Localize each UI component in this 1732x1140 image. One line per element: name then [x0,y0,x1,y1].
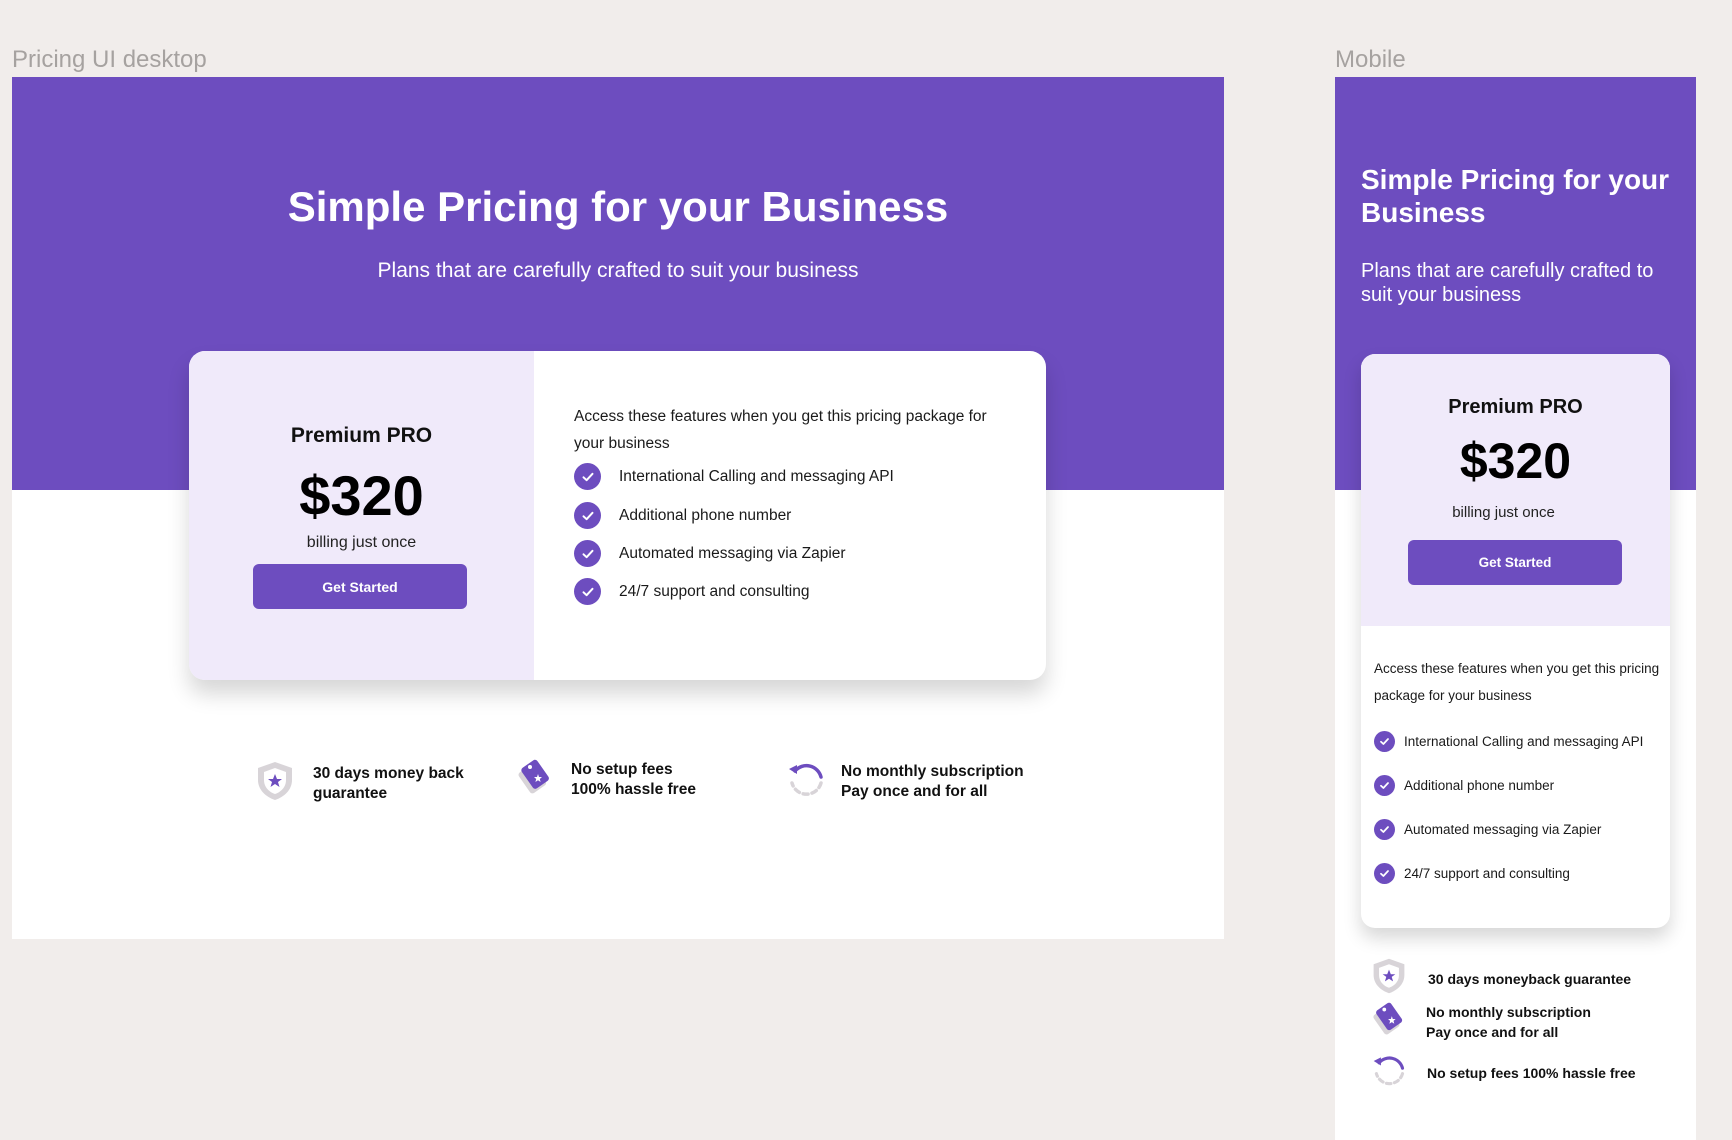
refresh-cycle-icon [1371,1052,1407,1093]
page-subtitle: Plans that are carefully crafted to suit… [377,259,859,282]
feature-item: Automated messaging via Zapier [1374,819,1601,840]
billing-note: billing just once [1452,504,1555,521]
get-started-button[interactable]: Get Started [253,564,467,609]
guarantee-item: 30 days moneyback guarantee [1370,957,1631,1000]
refresh-cycle-icon [787,759,825,804]
desktop-frame: Simple Pricing for your Business Plans t… [12,77,1224,939]
guarantee-item: No setup fees 100% hassle free [1371,1052,1636,1093]
feature-label: Automated messaging via Zapier [619,544,846,562]
guarantee-item: No monthly subscription Pay once and for… [1372,1000,1591,1043]
plan-panel: Premium PRO $320 billing just once Get S… [1361,354,1670,626]
feature-item: International Calling and messaging API [1374,731,1643,752]
guarantee-item: 30 days money back guarantee [255,760,464,807]
guarantee-line1: 30 days moneyback guarantee [1428,970,1632,987]
feature-item: Automated messaging via Zapier [574,540,846,567]
check-icon [1374,819,1395,840]
plan-price: $320 [1459,433,1572,489]
guarantee-item: No monthly subscription Pay once and for… [787,759,1024,804]
check-icon [1374,731,1395,752]
page-title: Simple Pricing for your Business [1361,164,1670,228]
check-icon [574,540,601,567]
feature-label: Additional phone number [1404,778,1555,793]
pricing-card: Premium PRO $320 billing just once Get S… [189,351,1046,680]
shield-star-icon [255,760,295,807]
check-icon [574,502,601,529]
feature-label: 24/7 support and consulting [619,582,810,600]
price-tag-icon [1372,1000,1406,1043]
guarantee-line1: No setup fees [571,760,673,778]
billing-note: billing just once [306,534,417,551]
guarantee-line2: guarantee [313,784,388,802]
guarantee-line2: 100% hassle free [571,780,696,798]
feature-item: Additional phone number [574,502,791,529]
mobile-frame-label: Mobile [1335,46,1406,73]
get-started-button[interactable]: Get Started [1408,540,1622,585]
plan-name: Premium PRO [1448,396,1583,418]
page-subtitle: Plans that are carefully crafted to suit… [1361,260,1654,306]
feature-label: Additional phone number [619,506,792,524]
feature-item: Additional phone number [1374,775,1554,796]
feature-label: Automated messaging via Zapier [1404,822,1602,837]
plan-price: $320 [299,464,424,527]
guarantee-line1: No monthly subscription [1426,1003,1591,1020]
plan-name: Premium PRO [290,424,433,447]
page-title: Simple Pricing for your Business [287,183,949,230]
guarantee-line1: 30 days money back [313,764,464,782]
check-icon [574,578,601,605]
guarantee-line2: Pay once and for all [1426,1023,1559,1040]
feature-label: International Calling and messaging API [619,467,894,485]
desktop-frame-label: Pricing UI desktop [12,46,207,73]
shield-star-icon [1370,957,1408,1000]
guarantee-line1: No setup fees 100% hassle free [1427,1064,1636,1081]
feature-item: 24/7 support and consulting [574,578,809,605]
feature-item: International Calling and messaging API [574,463,894,490]
guarantee-line1: No monthly subscription [841,762,1024,780]
plan-panel: Premium PRO $320 billing just once Get S… [189,351,534,680]
feature-label: International Calling and messaging API [1404,734,1644,749]
check-icon [574,463,601,490]
feature-label: 24/7 support and consulting [1404,866,1570,881]
check-icon [1374,775,1395,796]
feature-item: 24/7 support and consulting [1374,863,1570,884]
check-icon [1374,863,1395,884]
features-intro: Access these features when you get this … [1374,661,1660,703]
features-intro: Access these features when you get this … [574,408,987,452]
mobile-frame: Simple Pricing for your Business Plans t… [1335,77,1696,1140]
pricing-card: Premium PRO $320 billing just once Get S… [1361,354,1670,928]
guarantee-item: No setup fees 100% hassle free [517,757,696,802]
price-tag-icon [517,757,553,802]
guarantee-line2: Pay once and for all [841,782,988,800]
